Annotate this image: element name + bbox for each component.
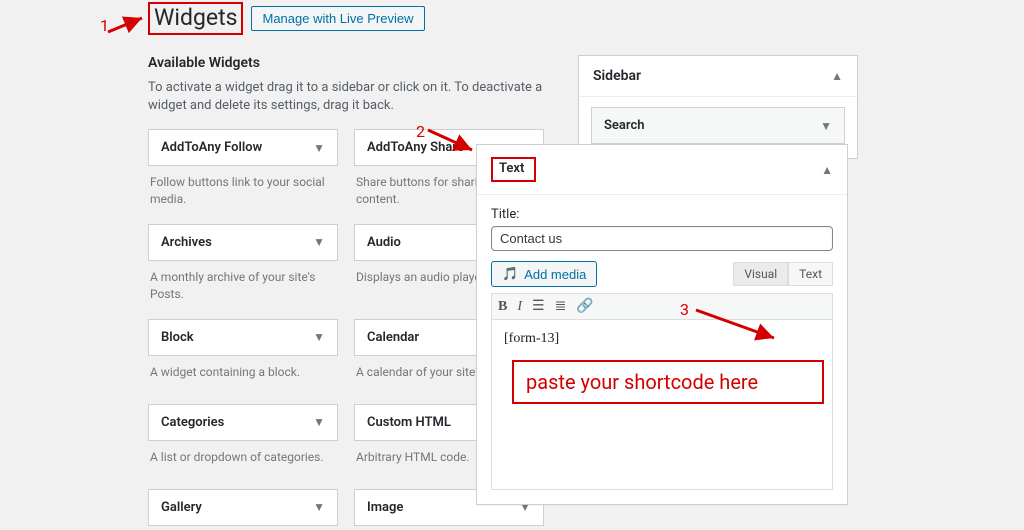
chevron-down-icon: ▼	[313, 235, 325, 249]
widget-desc: Follow buttons link to your social media…	[148, 166, 338, 220]
widget-label: Gallery	[161, 500, 202, 515]
editor-content[interactable]: [form-13] paste your shortcode here	[491, 320, 833, 490]
widget-label: Categories	[161, 415, 224, 430]
sidebar-title: Sidebar	[593, 68, 641, 84]
text-widget-editor: Text ▲ Title: 🎵 Add media Visual Text B …	[476, 144, 848, 505]
widget-desc: A list or dropdown of categories.	[148, 441, 338, 485]
widget-label: Image	[367, 500, 403, 515]
chevron-down-icon: ▼	[820, 119, 832, 133]
chevron-down-icon: ▼	[313, 415, 325, 429]
widget-block[interactable]: Block ▼	[148, 319, 338, 356]
widget-gallery[interactable]: Gallery ▼	[148, 489, 338, 526]
arrow-icon	[106, 12, 148, 36]
widget-label: Block	[161, 330, 194, 345]
bold-icon[interactable]: B	[498, 299, 507, 315]
tab-visual[interactable]: Visual	[733, 262, 788, 286]
chevron-down-icon: ▼	[313, 330, 325, 344]
text-widget-header: Text	[491, 157, 536, 182]
title-label: Title:	[491, 207, 833, 222]
chevron-up-icon: ▲	[831, 69, 843, 83]
editor-text: [form-13]	[504, 331, 559, 346]
widget-desc: A widget containing a block.	[148, 356, 338, 400]
chevron-up-icon: ▲	[821, 163, 833, 177]
tab-text[interactable]: Text	[788, 262, 833, 286]
widget-addtoany-follow[interactable]: AddToAny Follow ▼	[148, 129, 338, 166]
editor-toolbar: B I ☰ ≣ 🔗	[491, 293, 833, 320]
sidebar-item-label: Search	[604, 118, 645, 133]
widget-categories[interactable]: Categories ▼	[148, 404, 338, 441]
live-preview-button[interactable]: Manage with Live Preview	[251, 6, 424, 31]
sidebar-item-search[interactable]: Search ▼	[591, 107, 845, 144]
music-note-icon: 🎵	[502, 266, 518, 282]
add-media-button[interactable]: 🎵 Add media	[491, 261, 597, 287]
title-input[interactable]	[491, 226, 833, 251]
annotation-1: 1	[100, 16, 109, 35]
widget-desc: A monthly archive of your site's Posts.	[148, 261, 338, 315]
sidebar-toggle[interactable]: Sidebar ▲	[579, 56, 857, 96]
available-widgets-desc: To activate a widget drag it to a sideba…	[148, 79, 558, 115]
page-title: Widgets	[148, 2, 243, 35]
italic-icon[interactable]: I	[517, 299, 522, 315]
widget-label: Audio	[367, 235, 401, 250]
bullet-list-icon[interactable]: ☰	[532, 298, 545, 315]
annotation-shortcode: paste your shortcode here	[512, 360, 824, 404]
available-widgets-heading: Available Widgets	[148, 55, 558, 71]
widget-label: Calendar	[367, 330, 419, 345]
chevron-down-icon: ▼	[313, 141, 325, 155]
add-media-label: Add media	[524, 267, 586, 282]
link-icon[interactable]: 🔗	[576, 298, 593, 315]
text-widget-toggle[interactable]: Text ▲	[477, 145, 847, 195]
widget-label: AddToAny Share	[367, 140, 464, 155]
numbered-list-icon[interactable]: ≣	[555, 298, 567, 315]
chevron-down-icon: ▼	[313, 500, 325, 514]
widget-archives[interactable]: Archives ▼	[148, 224, 338, 261]
widget-label: Custom HTML	[367, 415, 451, 430]
widget-label: AddToAny Follow	[161, 140, 262, 155]
widget-label: Archives	[161, 235, 212, 250]
